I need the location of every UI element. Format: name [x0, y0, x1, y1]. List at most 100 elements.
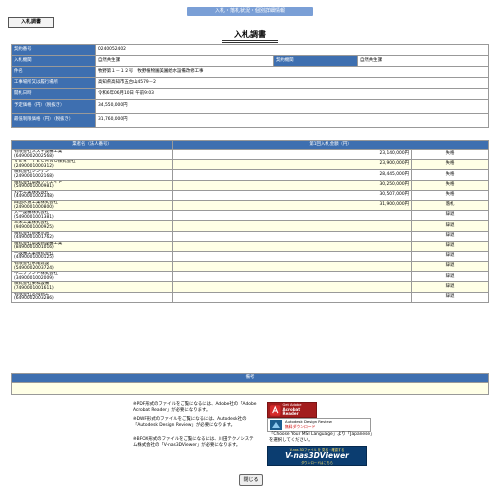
bid-amount: 31,900,000円	[172, 199, 412, 212]
bid-amount	[172, 240, 412, 252]
bidder-table: 業者名（法人番号） 第1回入札金額（円） 有限会社スズキ設備工業 (6490002…	[11, 140, 489, 303]
table-row: 株式会社東和設備 (7490001001611) 辞退	[11, 281, 489, 293]
bidder-id: (8490001001016)	[14, 245, 54, 251]
table-row: 一設備工業株式会社 (4490001000125) 辞退	[11, 250, 489, 263]
date-value: 令和6年06月10日 午前9:03	[95, 88, 489, 100]
bidder-name-cell: 有限会社宮崎商工 (6490002003286)	[11, 291, 173, 303]
bidder-name-cell: 大一設備株式会社 (5490001001381)	[11, 210, 173, 222]
bid-status: 辞退	[411, 261, 489, 273]
planned-price-value: 34,550,000円	[95, 99, 489, 114]
project-value: 牧野第１－１２号 牧野植物園美園給水設備改修工事	[95, 66, 489, 78]
table-row: ＶＥＲ ＴＥＣＨＮＯ株式会社 (2490001000312) 23,900,000円…	[11, 159, 489, 171]
bid-status: 辞退	[411, 271, 489, 283]
bid-status: 辞退	[411, 281, 489, 293]
bid-amount	[172, 261, 412, 273]
remarks-header: 備考	[11, 373, 489, 383]
bid-status: 失格	[411, 148, 489, 161]
bidder-id: (6490002003286)	[14, 296, 54, 302]
table-row: 株式会社シンゲン (2490001002168) 28,445,000円 失格	[11, 169, 489, 181]
bidder-id: (4490001002348)	[14, 194, 54, 200]
vnas-sub: ダウンロードはこちら	[301, 461, 333, 465]
adr-line2: 無料ダウンロード	[285, 424, 316, 429]
bidder-id: (2490001000800)	[14, 204, 54, 210]
bidder-name-cell: 不二プラント株式会社 (3490001002009)	[11, 271, 173, 283]
autodesk-design-review-link[interactable]: Autodesk Design Review 無料ダウンロード	[267, 418, 371, 432]
bidder-name-cell: 丸平工業株式会社 (4490001002348)	[11, 189, 173, 201]
bidder-id: (4490001000125)	[14, 255, 54, 261]
bidder-id: (3490001002009)	[14, 275, 54, 281]
bidder-name-cell: 株式会社シンゲン (2490001002168)	[11, 169, 173, 181]
bfox-note: ※BFOX形式のファイルをご覧になるには、川田テクノシステム株式会社の「V-na…	[133, 437, 254, 448]
table-row: 大一設備株式会社 (5490001001381) 辞退	[11, 210, 489, 222]
vnas-main: V-nas3DViewer	[285, 451, 349, 460]
bidder-name-cell: 四国水道工業株式会社 (2490001000800)	[11, 199, 173, 212]
bidder-id: (5490002003724)	[14, 265, 54, 271]
table-row: 不二プラント株式会社 (3490001002009) 辞退	[11, 271, 489, 283]
bid-amount	[172, 281, 412, 293]
vnas-viewer-link[interactable]: V-nas 3Dファイル を 見る・確認する V-nas3DViewer ダウン…	[267, 446, 367, 466]
bidder-name-cell: 有限会社スズキ設備工業 (6490002002568)	[11, 148, 173, 161]
bid-status: 失格	[411, 159, 489, 171]
bid-status: 辞退	[411, 240, 489, 252]
bid-amount: 23,140,000円	[172, 148, 412, 161]
bidder-name-cell: 有限会社永尾建設 (5490002003724)	[11, 261, 173, 273]
bidder-id: (9490001000925)	[14, 224, 54, 230]
tab-bid-record[interactable]: 入札調書	[8, 17, 54, 28]
bid-status: 辞退	[411, 220, 489, 232]
contract-info-table: 契約番号 0240052402 入札機関 自然共生課 契約機関 自然共生課 件名…	[11, 44, 489, 128]
bidder-name-cell: 三栄工業株式会社 (9490001000925)	[11, 220, 173, 232]
bid-status: 失格	[411, 189, 489, 201]
planned-price-label: 予定価格（円）（税抜き）	[11, 99, 96, 114]
table-row: 丸平工業株式会社 (4490001002348) 30,507,000円 失格	[11, 189, 489, 201]
table-row: 有限会社スズキ設備工業 (6490002002568) 23,140,000円 失格	[11, 148, 489, 161]
msi-language-note: 「Choose Your MSI Language」より「Japanese」を選…	[269, 432, 373, 443]
bidder-id: (5490001000981)	[14, 184, 54, 190]
table-row: 四国水道工業株式会社 (2490001000800) 31,900,000円 落札	[11, 199, 489, 212]
min-price-label: 最低制限価格（円）（税抜き）	[11, 113, 96, 128]
table-row: 株式会社高美商設備工業 (8490001001016) 辞退	[11, 240, 489, 252]
bidder-name-header: 業者名（法人番号）	[11, 140, 173, 150]
bidder-id: (4490001001762)	[14, 235, 54, 241]
top-banner: 入札・落札状況・個別詳細情報	[187, 7, 313, 16]
bid-status: 落札	[411, 199, 489, 212]
location-label: 工事場所又は履行場所	[11, 77, 96, 89]
bid-amount	[172, 210, 412, 222]
bidder-id: (7490001001611)	[14, 286, 54, 292]
bid-amount: 30,507,000円	[172, 189, 412, 201]
bid-amount-header: 第1回入札金額（円）	[172, 140, 489, 150]
page-title: 入札調書	[222, 29, 278, 43]
bid-status: 辞退	[411, 291, 489, 303]
bidder-id: (2490001000312)	[14, 163, 54, 169]
bid-org-value: 自然共生課	[95, 55, 274, 67]
close-button[interactable]: 閉じる	[239, 474, 263, 486]
bid-status: 辞退	[411, 230, 489, 242]
location-value: 高知県高知市五台山4579－2	[95, 77, 489, 89]
bid-amount	[172, 230, 412, 242]
bid-amount	[172, 220, 412, 232]
bid-amount: 23,900,000円	[172, 159, 412, 171]
bid-amount	[172, 250, 412, 263]
get-adobe-reader-link[interactable]: Get Adobe Acrobat Reader	[267, 402, 317, 418]
contract-no-label: 契約番号	[11, 44, 96, 56]
table-row: 株式会社日東水道 (4490001001762) 辞退	[11, 230, 489, 242]
min-price-value: 31,760,000円	[95, 113, 489, 128]
date-label: 開札日時	[11, 88, 96, 100]
contract-no-value: 0240052402	[95, 44, 489, 56]
bid-amount: 28,445,000円	[172, 169, 412, 181]
table-row: 有限会社永尾建設 (5490002003724) 辞退	[11, 261, 489, 273]
pdf-note: ※PDF形式のファイルをご覧になるには、Adobe社の「Adobe Acroba…	[133, 402, 257, 413]
bid-org-label: 入札機関	[11, 55, 96, 67]
bid-status: 辞退	[411, 210, 489, 222]
bid-amount	[172, 291, 412, 303]
adobe-badge-main: Acrobat Reader	[282, 406, 301, 417]
bid-status: 辞退	[411, 250, 489, 263]
acrobat-icon	[270, 404, 281, 416]
bidder-name-cell: 株式会社高知クリエイト (5490001000981)	[11, 179, 173, 191]
bidder-name-cell: 株式会社高美商設備工業 (8490001001016)	[11, 240, 173, 252]
table-row: 株式会社高知クリエイト (5490001000981) 30,250,000円 失格	[11, 179, 489, 191]
table-row: 有限会社宮崎商工 (6490002003286) 辞退	[11, 291, 489, 303]
autodesk-icon	[270, 420, 282, 430]
bid-amount: 30,250,000円	[172, 179, 412, 191]
project-label: 件名	[11, 66, 96, 78]
contract-org-label: 契約機関	[273, 55, 358, 67]
